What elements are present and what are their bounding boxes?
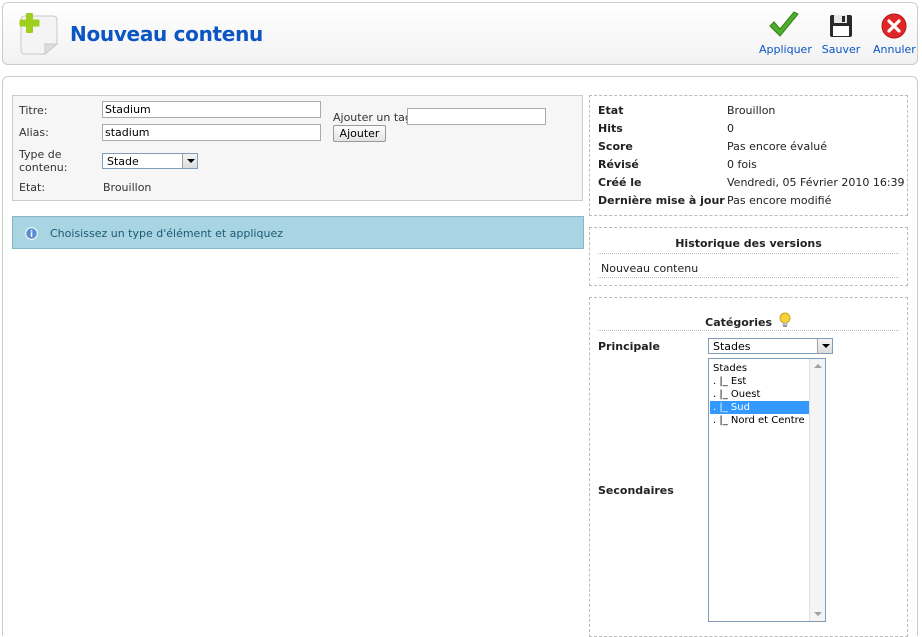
categories-title: Catégories <box>705 316 772 329</box>
meta-value: Vendredi, 05 Février 2010 16:39 <box>727 176 905 189</box>
info-message: Choisissez un type d'élément et applique… <box>12 216 584 249</box>
add-tag-button[interactable]: Ajouter <box>333 125 386 142</box>
info-text: Choisissez un type d'élément et applique… <box>50 227 283 240</box>
title-label: Titre: <box>19 104 48 117</box>
cancel-button[interactable]: Annuler <box>873 11 916 56</box>
state-label: Etat: <box>19 181 46 194</box>
meta-key: Créé le <box>598 176 642 189</box>
list-item[interactable]: . |_ Est <box>710 375 809 388</box>
categories-header: Catégories <box>590 312 907 329</box>
save-button[interactable]: Sauver <box>821 11 861 56</box>
secondary-categories-list[interactable]: Stades . |_ Est . |_ Ouest . |_ Sud . |_… <box>708 358 826 622</box>
secondary-categories-label: Secondaires <box>598 484 674 497</box>
divider <box>598 253 899 254</box>
title-input[interactable] <box>102 101 321 118</box>
apply-button[interactable]: Appliquer <box>759 11 812 56</box>
lightbulb-icon[interactable] <box>778 312 792 328</box>
state-value: Brouillon <box>103 181 152 194</box>
scroll-up-icon[interactable] <box>814 364 822 368</box>
apply-label: Appliquer <box>759 43 812 56</box>
content-type-select[interactable]: Stade <box>102 153 198 169</box>
content-type-value: Stade <box>107 155 139 168</box>
type-label: Type de contenu: <box>19 148 67 174</box>
tag-input[interactable] <box>407 108 546 125</box>
meta-value: Pas encore modifié <box>727 194 832 207</box>
version-entry: Nouveau contenu <box>601 262 699 275</box>
alias-input[interactable] <box>102 124 321 141</box>
meta-value: 0 <box>727 122 734 135</box>
chevron-down-icon[interactable] <box>182 154 197 168</box>
floppy-disk-icon <box>830 15 852 37</box>
primary-category-label: Principale <box>598 340 660 353</box>
meta-value: Pas encore évalué <box>727 140 827 153</box>
meta-value: Brouillon <box>727 104 776 117</box>
type-label-line1: Type de <box>19 148 62 161</box>
versions-panel: Historique des versions Nouveau contenu <box>589 227 908 286</box>
versions-title: Historique des versions <box>675 237 822 250</box>
chevron-down-icon[interactable] <box>817 339 832 353</box>
list-item[interactable]: Stades <box>710 362 809 375</box>
primary-category-select[interactable]: Stades <box>708 338 833 354</box>
primary-category-value: Stades <box>713 340 751 353</box>
cancel-label: Annuler <box>873 43 916 56</box>
divider <box>598 277 899 278</box>
meta-key: Révisé <box>598 158 639 171</box>
info-icon <box>25 227 38 240</box>
meta-key: Dernière mise à jour <box>598 194 725 207</box>
toolbar: Nouveau contenu Appliquer Sauver Annuler <box>2 2 918 65</box>
list-item-selected[interactable]: . |_ Sud <box>710 401 809 414</box>
divider <box>598 330 899 331</box>
save-label: Sauver <box>821 43 861 56</box>
alias-label: Alias: <box>19 126 49 139</box>
page-title: Nouveau contenu <box>70 22 263 46</box>
meta-key: Hits <box>598 122 623 135</box>
meta-key: Etat <box>598 104 624 117</box>
type-label-line2: contenu: <box>19 161 68 174</box>
scroll-down-icon[interactable] <box>814 612 822 616</box>
add-document-icon <box>19 13 59 56</box>
scrollbar[interactable] <box>809 359 825 621</box>
list-item[interactable]: . |_ Ouest <box>710 388 809 401</box>
meta-key: Score <box>598 140 633 153</box>
tag-label: Ajouter un tag: <box>333 111 416 124</box>
meta-value: 0 fois <box>727 158 757 171</box>
checkmark-icon <box>769 11 799 37</box>
list-item[interactable]: . |_ Nord et Centre <box>710 414 809 427</box>
cancel-x-icon <box>881 13 907 39</box>
